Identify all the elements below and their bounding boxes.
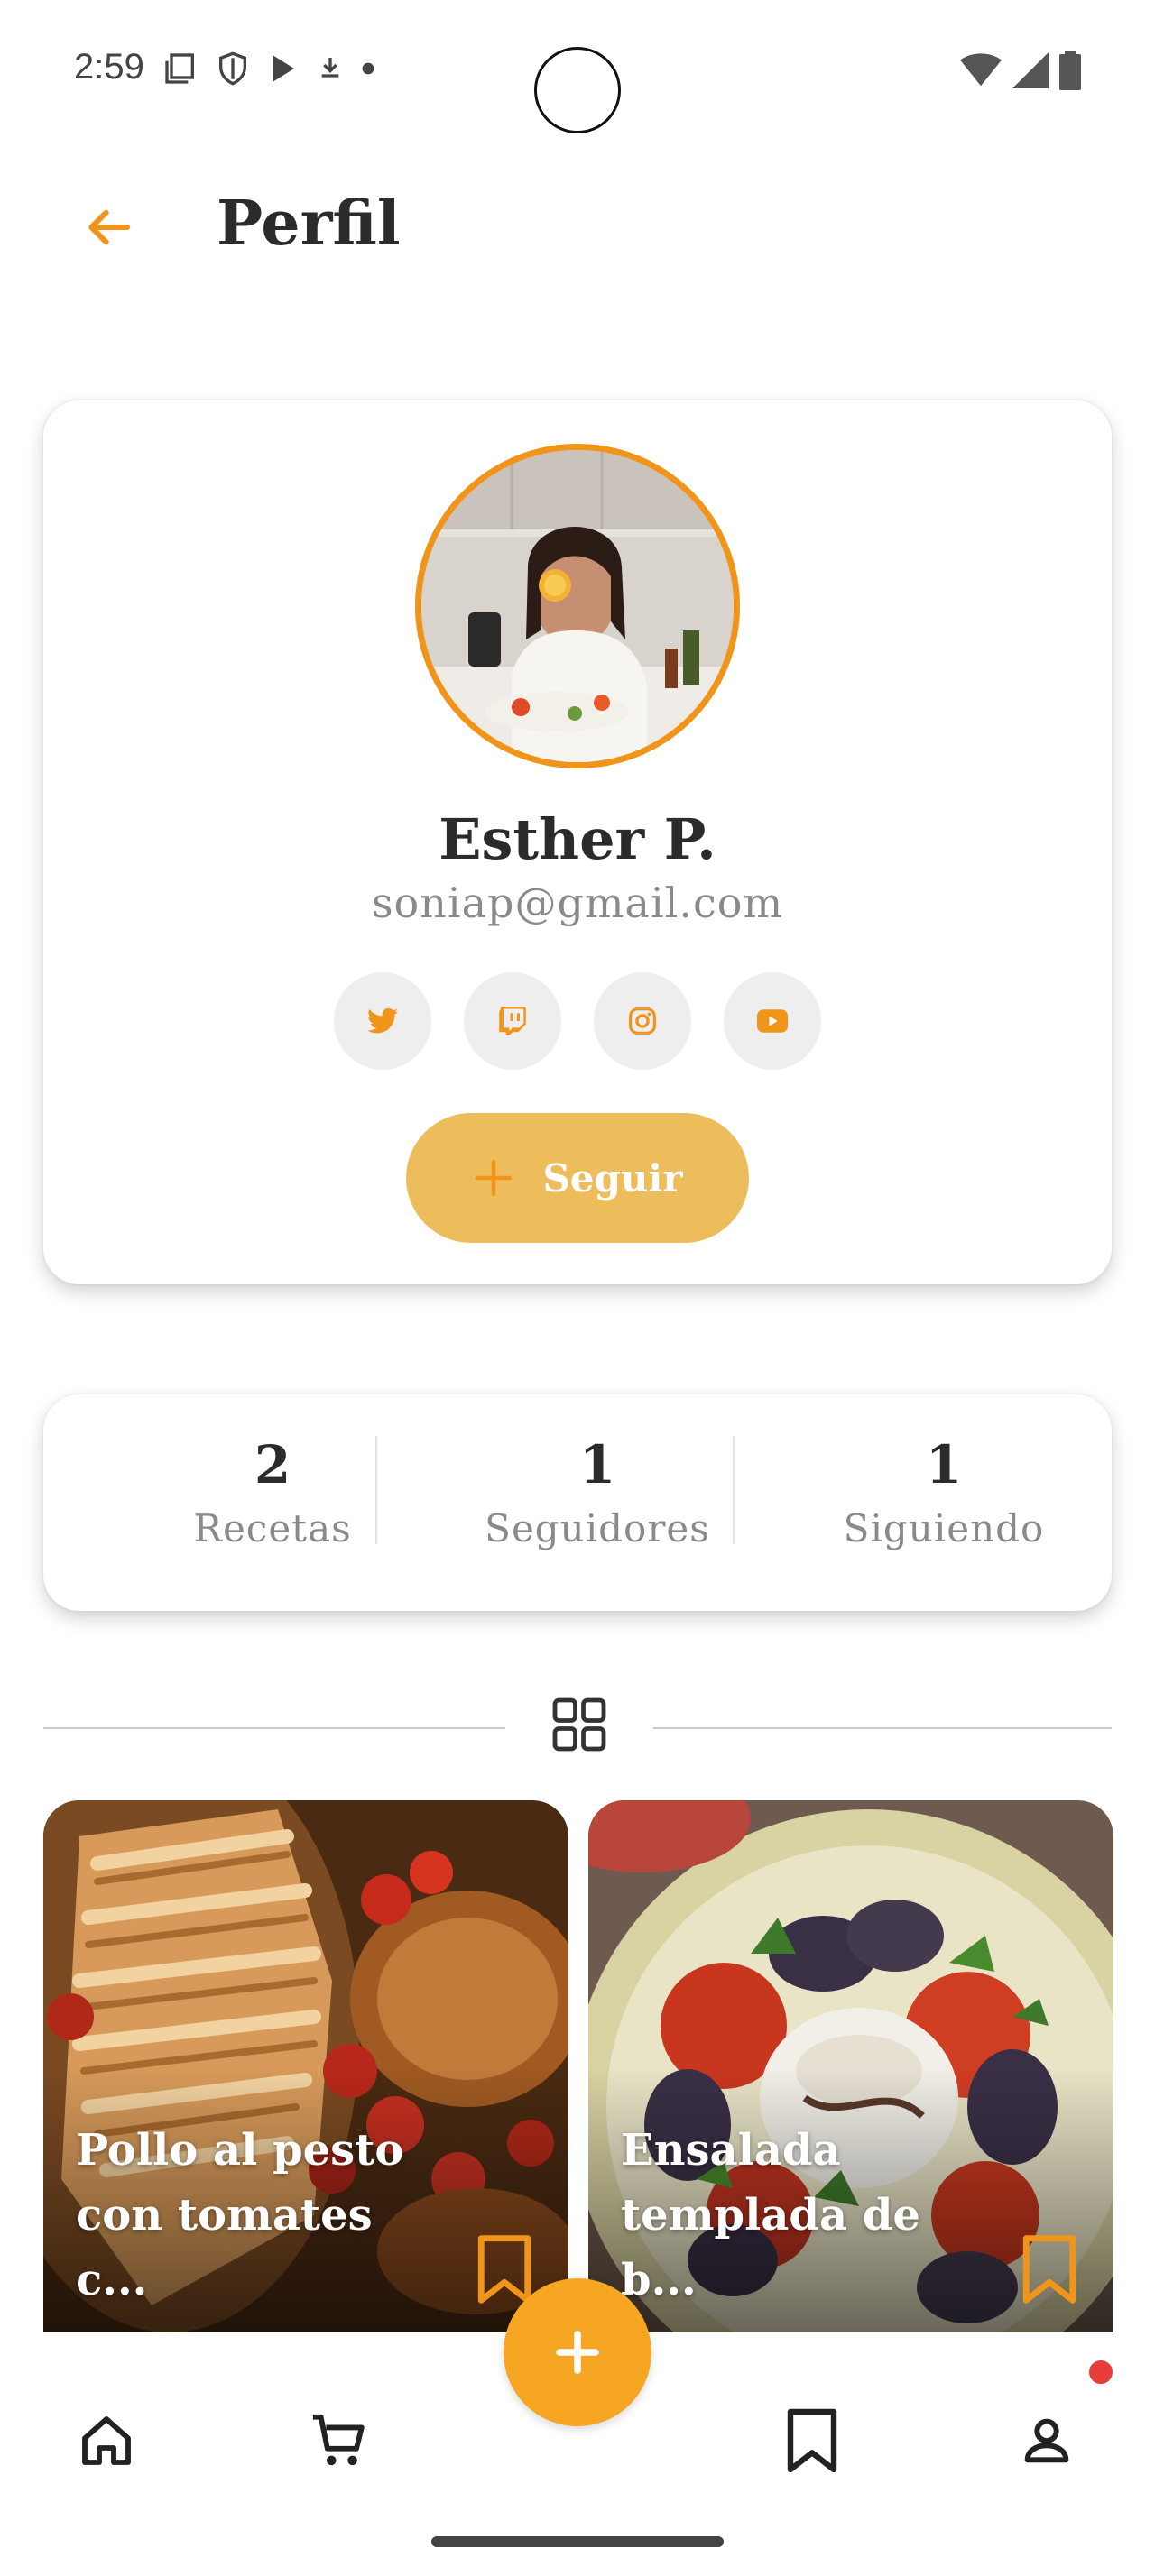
grid-icon[interactable] [547,1692,612,1757]
follow-button[interactable]: Seguir [406,1113,749,1243]
wifi-icon [960,53,1002,87]
cart-icon [312,2414,365,2466]
nav-cart[interactable] [285,2387,393,2495]
signal-icon [1012,52,1049,88]
play-store-icon [273,55,294,82]
profile-email: soniap@gmail.com [371,879,784,927]
battery-icon [1059,51,1081,90]
twitter-icon [367,1007,398,1034]
bookmark-icon[interactable] [1018,2233,1081,2305]
bookmark-icon [787,2408,837,2473]
stat-divider [733,1436,735,1544]
divider-line-right [653,1727,1112,1729]
twitch-button[interactable] [464,972,561,1070]
stat-divider [375,1436,377,1544]
stat-value: 2 [254,1434,291,1495]
recipe-card[interactable]: Ensalada templada de b... [588,1800,1113,2332]
youtube-icon [757,1009,788,1033]
profile-icon [1024,2418,1069,2463]
recipe-title: Ensalada templada de b... [621,2125,920,2305]
instagram-icon [629,1007,656,1035]
instagram-button[interactable] [594,972,691,1070]
youtube-button[interactable] [724,972,821,1070]
profile-name: Esther P. [439,806,716,872]
add-icon [556,2331,599,2374]
recipe-card[interactable]: Pollo al pesto con tomates c... [43,1800,568,2332]
status-bar: 2:59 [0,0,1155,144]
recipes-section-divider [43,1692,1112,1764]
status-icons-left [162,51,375,87]
avatar[interactable] [415,444,740,768]
back-button[interactable] [72,198,144,256]
nav-saved[interactable] [758,2387,866,2495]
arrow-left-icon [88,209,131,245]
shield-icon [219,51,246,86]
stat-followers[interactable]: 1 Seguidores [417,1434,778,1550]
stat-label: Seguidores [485,1506,710,1550]
home-indicator[interactable] [431,2536,724,2547]
avatar-photo [421,450,734,762]
social-links [334,972,821,1070]
stat-label: Recetas [193,1506,352,1550]
divider-line-left [43,1727,505,1729]
bookmark-icon[interactable] [473,2233,536,2305]
stat-value: 1 [578,1434,616,1495]
stat-following[interactable]: 1 Siguiendo [772,1434,1115,1550]
home-icon [82,2416,131,2465]
add-recipe-button[interactable] [504,2278,651,2426]
download-icon [321,58,339,78]
app-header: Perfil [0,171,1155,280]
stat-recipes[interactable]: 2 Recetas [141,1434,404,1550]
status-icons-right [960,51,1081,90]
twitter-button[interactable] [334,972,431,1070]
status-time: 2:59 [74,47,144,87]
stat-label: Siguiendo [843,1506,1045,1550]
notification-badge [1086,2358,1115,2387]
follow-label: Seguir [542,1155,683,1201]
recipe-title: Pollo al pesto con tomates c... [76,2125,404,2305]
profile-card: Esther P. soniap@gmail.com Seguir [43,400,1112,1284]
dot-icon [362,62,374,75]
nav-profile[interactable] [993,2387,1101,2495]
notes-icon [165,53,194,84]
stat-value: 1 [925,1434,963,1495]
nav-home[interactable] [52,2387,161,2495]
plus-icon [476,1159,513,1197]
twitch-icon [499,1007,526,1035]
camera-cutout [534,47,621,133]
page-title: Perfil [217,188,401,260]
stats-card: 2 Recetas 1 Seguidores 1 Siguiendo [43,1394,1112,1611]
